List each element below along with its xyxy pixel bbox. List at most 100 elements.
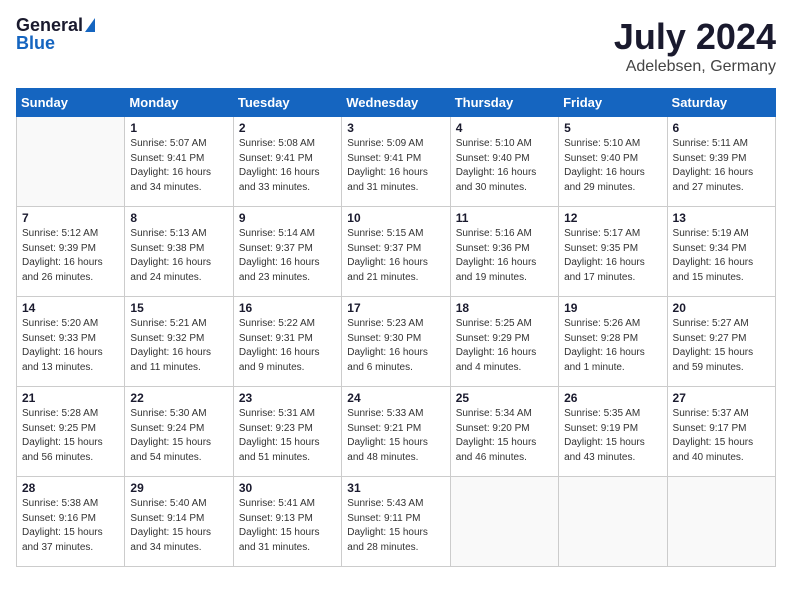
day-info: Sunrise: 5:28 AMSunset: 9:25 PMDaylight:… <box>22 407 119 465</box>
day-info: Sunrise: 5:11 AMSunset: 9:39 PMDaylight:… <box>673 137 770 195</box>
day-info: Sunrise: 5:31 AMSunset: 9:23 PMDaylight:… <box>239 407 336 465</box>
calendar-cell: 31 Sunrise: 5:43 AMSunset: 9:11 PMDayligh… <box>342 477 450 567</box>
logo-blue-text: Blue <box>16 34 55 52</box>
calendar-week-row: 14 Sunrise: 5:20 AMSunset: 9:33 PMDayligh… <box>17 297 776 387</box>
day-number: 24 <box>347 391 444 405</box>
calendar-cell: 9 Sunrise: 5:14 AMSunset: 9:37 PMDaylight… <box>233 207 341 297</box>
day-number: 26 <box>564 391 661 405</box>
day-info: Sunrise: 5:38 AMSunset: 9:16 PMDaylight:… <box>22 497 119 555</box>
day-number: 8 <box>130 211 227 225</box>
day-info: Sunrise: 5:16 AMSunset: 9:36 PMDaylight:… <box>456 227 553 285</box>
calendar-cell: 13 Sunrise: 5:19 AMSunset: 9:34 PMDayligh… <box>667 207 775 297</box>
day-info: Sunrise: 5:26 AMSunset: 9:28 PMDaylight:… <box>564 317 661 375</box>
calendar-cell: 25 Sunrise: 5:34 AMSunset: 9:20 PMDayligh… <box>450 387 558 477</box>
day-number: 20 <box>673 301 770 315</box>
day-number: 21 <box>22 391 119 405</box>
day-info: Sunrise: 5:15 AMSunset: 9:37 PMDaylight:… <box>347 227 444 285</box>
day-info: Sunrise: 5:14 AMSunset: 9:37 PMDaylight:… <box>239 227 336 285</box>
day-number: 29 <box>130 481 227 495</box>
col-header-monday: Monday <box>125 89 233 117</box>
calendar-cell: 29 Sunrise: 5:40 AMSunset: 9:14 PMDayligh… <box>125 477 233 567</box>
day-number: 30 <box>239 481 336 495</box>
logo-general-text: General <box>16 16 83 34</box>
day-info: Sunrise: 5:08 AMSunset: 9:41 PMDaylight:… <box>239 137 336 195</box>
calendar-cell: 22 Sunrise: 5:30 AMSunset: 9:24 PMDayligh… <box>125 387 233 477</box>
day-number: 28 <box>22 481 119 495</box>
day-number: 31 <box>347 481 444 495</box>
day-number: 19 <box>564 301 661 315</box>
calendar-cell: 23 Sunrise: 5:31 AMSunset: 9:23 PMDayligh… <box>233 387 341 477</box>
calendar-cell: 19 Sunrise: 5:26 AMSunset: 9:28 PMDayligh… <box>559 297 667 387</box>
day-info: Sunrise: 5:12 AMSunset: 9:39 PMDaylight:… <box>22 227 119 285</box>
col-header-tuesday: Tuesday <box>233 89 341 117</box>
calendar-cell: 21 Sunrise: 5:28 AMSunset: 9:25 PMDayligh… <box>17 387 125 477</box>
day-info: Sunrise: 5:30 AMSunset: 9:24 PMDaylight:… <box>130 407 227 465</box>
day-info: Sunrise: 5:09 AMSunset: 9:41 PMDaylight:… <box>347 137 444 195</box>
calendar-cell: 1 Sunrise: 5:07 AMSunset: 9:41 PMDaylight… <box>125 117 233 207</box>
day-number: 6 <box>673 121 770 135</box>
calendar-week-row: 7 Sunrise: 5:12 AMSunset: 9:39 PMDaylight… <box>17 207 776 297</box>
calendar-cell: 30 Sunrise: 5:41 AMSunset: 9:13 PMDayligh… <box>233 477 341 567</box>
calendar-cell: 16Sunrise: 5:22 AMSunset: 9:31 PMDayligh… <box>233 297 341 387</box>
calendar-cell: 7 Sunrise: 5:12 AMSunset: 9:39 PMDaylight… <box>17 207 125 297</box>
calendar-cell: 5 Sunrise: 5:10 AMSunset: 9:40 PMDaylight… <box>559 117 667 207</box>
day-info: Sunrise: 5:10 AMSunset: 9:40 PMDaylight:… <box>456 137 553 195</box>
day-info: Sunrise: 5:13 AMSunset: 9:38 PMDaylight:… <box>130 227 227 285</box>
calendar-cell <box>450 477 558 567</box>
calendar-week-row: 21 Sunrise: 5:28 AMSunset: 9:25 PMDayligh… <box>17 387 776 477</box>
day-info: Sunrise: 5:43 AMSunset: 9:11 PMDaylight:… <box>347 497 444 555</box>
day-info: Sunrise: 5:34 AMSunset: 9:20 PMDaylight:… <box>456 407 553 465</box>
calendar-cell: 14 Sunrise: 5:20 AMSunset: 9:33 PMDayligh… <box>17 297 125 387</box>
day-number: 14 <box>22 301 119 315</box>
day-info: Sunrise: 5:07 AMSunset: 9:41 PMDaylight:… <box>130 137 227 195</box>
calendar-cell: 2 Sunrise: 5:08 AMSunset: 9:41 PMDaylight… <box>233 117 341 207</box>
day-number: 3 <box>347 121 444 135</box>
calendar-cell: 12 Sunrise: 5:17 AMSunset: 9:35 PMDayligh… <box>559 207 667 297</box>
day-number: 16 <box>239 301 336 315</box>
day-info: Sunrise: 5:41 AMSunset: 9:13 PMDaylight:… <box>239 497 336 555</box>
day-number: 25 <box>456 391 553 405</box>
day-number: 22 <box>130 391 227 405</box>
day-info: Sunrise: 5:20 AMSunset: 9:33 PMDaylight:… <box>22 317 119 375</box>
calendar-cell: 15Sunrise: 5:21 AMSunset: 9:32 PMDayligh… <box>125 297 233 387</box>
calendar-cell <box>559 477 667 567</box>
calendar-cell: 26Sunrise: 5:35 AMSunset: 9:19 PMDayligh… <box>559 387 667 477</box>
logo-triangle-icon <box>85 18 95 32</box>
day-number: 13 <box>673 211 770 225</box>
day-info: Sunrise: 5:23 AMSunset: 9:30 PMDaylight:… <box>347 317 444 375</box>
col-header-friday: Friday <box>559 89 667 117</box>
calendar-cell: 28 Sunrise: 5:38 AMSunset: 9:16 PMDayligh… <box>17 477 125 567</box>
calendar-cell <box>17 117 125 207</box>
day-info: Sunrise: 5:40 AMSunset: 9:14 PMDaylight:… <box>130 497 227 555</box>
day-number: 12 <box>564 211 661 225</box>
col-header-saturday: Saturday <box>667 89 775 117</box>
day-number: 9 <box>239 211 336 225</box>
calendar-cell: 10Sunrise: 5:15 AMSunset: 9:37 PMDayligh… <box>342 207 450 297</box>
calendar-cell: 11 Sunrise: 5:16 AMSunset: 9:36 PMDayligh… <box>450 207 558 297</box>
day-number: 2 <box>239 121 336 135</box>
calendar-week-row: 1 Sunrise: 5:07 AMSunset: 9:41 PMDaylight… <box>17 117 776 207</box>
day-info: Sunrise: 5:10 AMSunset: 9:40 PMDaylight:… <box>564 137 661 195</box>
day-number: 7 <box>22 211 119 225</box>
month-year-title: July 2024 <box>614 16 776 58</box>
calendar-cell: 4 Sunrise: 5:10 AMSunset: 9:40 PMDaylight… <box>450 117 558 207</box>
day-info: Sunrise: 5:37 AMSunset: 9:17 PMDaylight:… <box>673 407 770 465</box>
calendar-cell: 3 Sunrise: 5:09 AMSunset: 9:41 PMDaylight… <box>342 117 450 207</box>
calendar-cell: 27 Sunrise: 5:37 AMSunset: 9:17 PMDayligh… <box>667 387 775 477</box>
day-number: 23 <box>239 391 336 405</box>
calendar-cell: 17Sunrise: 5:23 AMSunset: 9:30 PMDayligh… <box>342 297 450 387</box>
day-info: Sunrise: 5:17 AMSunset: 9:35 PMDaylight:… <box>564 227 661 285</box>
day-number: 27 <box>673 391 770 405</box>
day-info: Sunrise: 5:19 AMSunset: 9:34 PMDaylight:… <box>673 227 770 285</box>
calendar-header-row: SundayMondayTuesdayWednesdayThursdayFrid… <box>17 89 776 117</box>
col-header-wednesday: Wednesday <box>342 89 450 117</box>
day-info: Sunrise: 5:33 AMSunset: 9:21 PMDaylight:… <box>347 407 444 465</box>
day-number: 4 <box>456 121 553 135</box>
logo: General Blue <box>16 16 95 52</box>
day-number: 5 <box>564 121 661 135</box>
day-info: Sunrise: 5:27 AMSunset: 9:27 PMDaylight:… <box>673 317 770 375</box>
calendar-cell: 20 Sunrise: 5:27 AMSunset: 9:27 PMDayligh… <box>667 297 775 387</box>
day-number: 11 <box>456 211 553 225</box>
day-number: 1 <box>130 121 227 135</box>
page-header: General Blue July 2024 Adelebsen, German… <box>16 16 776 76</box>
